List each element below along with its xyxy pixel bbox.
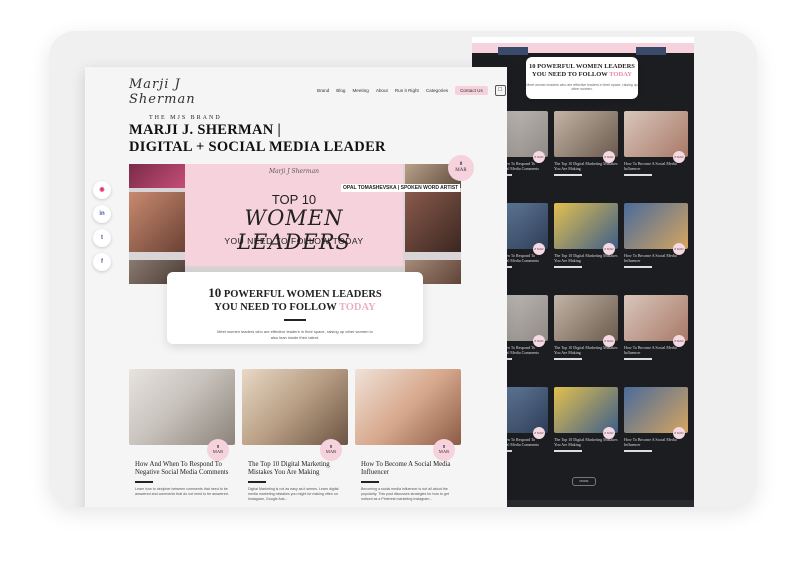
post-image xyxy=(129,369,235,445)
back-post-card[interactable]: 8 MAR How To Become A Social Media Influ… xyxy=(624,203,688,268)
logo-subtitle: THE MJS BRAND xyxy=(149,115,222,121)
brand-logo[interactable]: Marji J Sherman THE MJS BRAND xyxy=(129,77,249,121)
nav-item-meeting[interactable]: Meeting xyxy=(352,88,368,93)
back-date-badge: 8 MAR xyxy=(533,427,545,439)
nav-item-blog[interactable]: Blog xyxy=(336,88,345,93)
back-date-badge: 8 MAR xyxy=(603,151,615,163)
hero-title-block: Marji J Sherman TOP 10 WOMEN LEADERS YOU… xyxy=(185,164,403,266)
back-featured-title: 10 POWERFUL WOMEN LEADERS YOU NEED TO FO… xyxy=(529,63,635,78)
featured-title: 10 POWERFUL WOMEN LEADERS YOU NEED TO FO… xyxy=(208,285,382,313)
hero-women-leaders: WOMEN LEADERS xyxy=(237,206,351,254)
divider xyxy=(554,358,582,360)
back-date-badge: 8 MAR xyxy=(603,427,615,439)
post-card[interactable]: 8 MAR How To Become A Social Media Influe… xyxy=(355,369,461,502)
back-hero-photo xyxy=(498,47,528,55)
social-share-bar: ◉ in t f xyxy=(93,181,115,277)
nav-item-brand[interactable]: Brand xyxy=(317,88,329,93)
date-badge: 8 MAR xyxy=(433,439,455,461)
post-title[interactable]: How To Become A Social Media Influencer xyxy=(361,461,455,477)
back-date-badge: 8 MAR xyxy=(603,243,615,255)
featured-post-card[interactable]: 10 POWERFUL WOMEN LEADERS YOU NEED TO FO… xyxy=(167,272,423,344)
date-badge: 8 MAR xyxy=(207,439,229,461)
divider xyxy=(554,266,582,268)
twitter-icon[interactable]: t xyxy=(93,229,111,247)
post-image xyxy=(355,369,461,445)
divider xyxy=(624,450,652,452)
divider xyxy=(361,481,379,483)
post-image xyxy=(242,369,348,445)
logo-script: Marji J Sherman xyxy=(129,77,196,107)
post-card[interactable]: 8 MAR How And When To Respond To Negative… xyxy=(129,369,235,497)
page-title: MARJI J. SHERMAN | DIGITAL + SOCIAL MEDI… xyxy=(129,122,386,155)
date-badge: 8 MAR xyxy=(320,439,342,461)
hero-watermark: Marji J Sherman xyxy=(268,168,320,175)
facebook-icon[interactable]: f xyxy=(93,253,111,271)
post-excerpt: Learn how to decipher between comments t… xyxy=(135,487,229,496)
post-title[interactable]: The Top 10 Digital Marketing Mistakes Yo… xyxy=(248,461,342,477)
back-date-badge: 8 MAR xyxy=(673,151,685,163)
hero-top10: TOP 10 xyxy=(271,192,317,207)
divider xyxy=(554,174,582,176)
nav-item-categories[interactable]: Categories xyxy=(426,88,448,93)
back-date-badge: 8 MAR xyxy=(673,427,685,439)
divider xyxy=(284,319,306,321)
divider xyxy=(624,358,652,360)
instagram-icon[interactable]: ◉ xyxy=(93,181,111,199)
back-post-card[interactable]: 8 MAR The Top 10 Digital Marketing Mista… xyxy=(554,203,618,268)
back-date-badge: 8 MAR xyxy=(673,243,685,255)
divider xyxy=(554,450,582,452)
back-date-badge: 8 MAR xyxy=(603,335,615,347)
back-post-card[interactable]: 8 MAR The Top 10 Digital Marketing Mista… xyxy=(554,295,618,360)
back-hero-photo xyxy=(636,47,666,55)
back-date-badge: 8 MAR xyxy=(533,243,545,255)
nav-item-run-it-right[interactable]: Run it Right xyxy=(395,88,419,93)
featured-description: Meet women leaders who are effective lea… xyxy=(217,329,373,340)
front-page-preview: Marji J Sherman THE MJS BRAND Brand Blog… xyxy=(85,67,507,507)
divider xyxy=(624,266,652,268)
divider xyxy=(248,481,266,483)
divider xyxy=(135,481,153,483)
back-date-badge: 8 MAR xyxy=(533,335,545,347)
back-featured-card[interactable]: 10 POWERFUL WOMEN LEADERS YOU NEED TO FO… xyxy=(526,57,638,99)
hero-follow-today: YOU NEED TO FOLLOW TODAY xyxy=(224,236,364,246)
divider xyxy=(624,174,652,176)
back-post-card[interactable]: 8 MAR The Top 10 Digital Marketing Mista… xyxy=(554,387,618,452)
back-post-card[interactable]: 8 MAR The Top 10 Digital Marketing Mista… xyxy=(554,111,618,176)
hero-banner[interactable]: Marji J Sherman TOP 10 WOMEN LEADERS YOU… xyxy=(129,164,461,284)
back-post-card[interactable]: 8 MAR How To Become A Social Media Influ… xyxy=(624,387,688,452)
hero-photo xyxy=(129,164,185,188)
hero-photo xyxy=(405,192,461,252)
back-date-badge: 8 MAR xyxy=(673,335,685,347)
nav-item-about[interactable]: About xyxy=(376,88,388,93)
back-date-badge: 8 MAR xyxy=(533,151,545,163)
post-excerpt: Becoming a social media influencer is no… xyxy=(361,487,449,501)
contact-button[interactable]: Contact Us xyxy=(455,86,488,95)
linkedin-icon[interactable]: in xyxy=(93,205,111,223)
back-post-card[interactable]: 8 MAR How To Become A Social Media Influ… xyxy=(624,295,688,360)
back-featured-desc: Meet women leaders who are effective lea… xyxy=(526,83,638,91)
post-excerpt: Digital Marketing is not as easy as it s… xyxy=(248,487,339,501)
cart-icon[interactable]: ☐ xyxy=(494,85,506,96)
post-card[interactable]: 8 MAR The Top 10 Digital Marketing Mistak… xyxy=(242,369,348,502)
main-nav: Brand Blog Meeting About Run it Right Ca… xyxy=(317,85,506,96)
back-post-card[interactable]: 8 MAR How To Become A Social Media Influ… xyxy=(624,111,688,176)
screenshot-stage: 10 POWERFUL WOMEN LEADERS YOU NEED TO FO… xyxy=(49,31,757,507)
post-title[interactable]: How And When To Respond To Negative Soci… xyxy=(135,461,229,477)
hero-caption: OPAL TOMASHEVSKA | SPOKEN WORD ARTIST xyxy=(341,184,461,192)
hero-photo xyxy=(129,192,185,252)
load-more-button[interactable]: MORE xyxy=(572,477,596,486)
hero-date-badge: 8 MAR xyxy=(448,155,474,181)
